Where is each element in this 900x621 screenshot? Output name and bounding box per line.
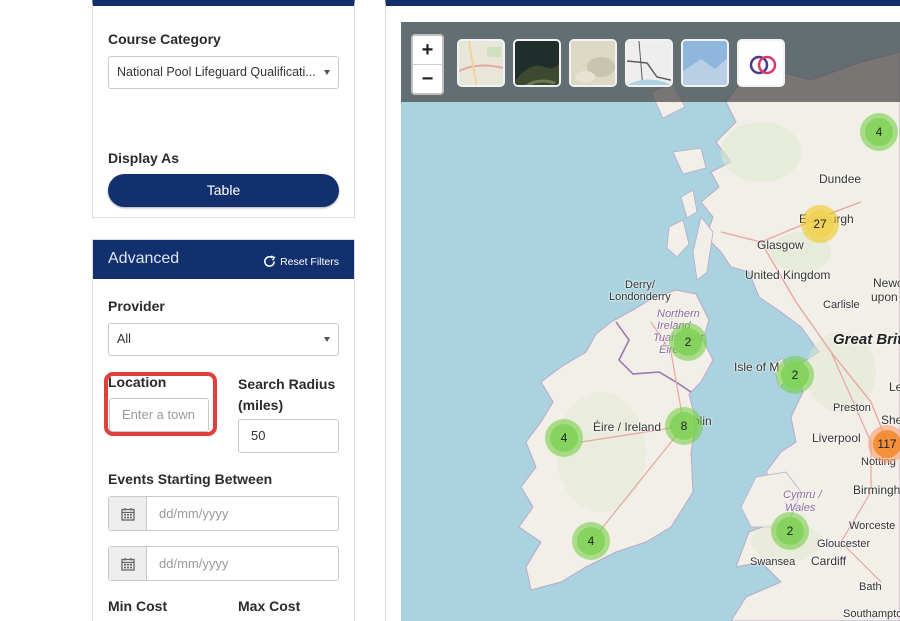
max-cost-label: Max Cost — [238, 598, 301, 614]
course-finder-page: Course Category National Pool Lifeguard … — [0, 0, 900, 621]
course-category-select[interactable]: National Pool Lifeguard Qualificati... — [108, 56, 339, 89]
start-date-placeholder: dd/mm/yyyy — [159, 506, 229, 521]
events-between-label: Events Starting Between — [108, 471, 273, 487]
map-cluster-marker[interactable]: 4 — [860, 113, 898, 151]
filter-card: Course Category National Pool Lifeguard … — [92, 0, 355, 218]
layer-relief-thumbnail[interactable] — [681, 39, 729, 87]
end-date-field[interactable]: dd/mm/yyyy — [108, 546, 339, 581]
calendar-icon[interactable] — [109, 547, 147, 580]
layer-transport-thumbnail[interactable] — [625, 39, 673, 87]
advanced-title: Advanced — [108, 250, 180, 267]
min-cost-label: Min Cost — [108, 598, 168, 614]
map-label-londonderry: Londonderry — [609, 291, 671, 303]
layer-satellite-thumbnail[interactable] — [513, 39, 561, 87]
zoom-control: + − — [411, 34, 444, 95]
map-cluster-marker[interactable]: 2 — [669, 323, 707, 361]
calendar-icon[interactable] — [109, 497, 147, 530]
course-category-label: Course Category — [108, 31, 221, 47]
display-as-label: Display As — [108, 150, 180, 166]
map-label-southampton: Southampto — [843, 608, 900, 620]
map-cluster-marker[interactable]: 4 — [572, 522, 610, 560]
map-label-derry: Derry/ — [625, 279, 655, 291]
map-layer-bar: + − — [401, 22, 900, 102]
advanced-header: Advanced Reset Filters — [93, 240, 354, 279]
map-label-carlisle: Carlisle — [823, 299, 860, 311]
map-base-layer — [518, 51, 900, 621]
start-date-field[interactable]: dd/mm/yyyy — [108, 496, 339, 531]
reset-filters-label: Reset Filters — [280, 255, 339, 268]
map-label-birmingham: Birmingh — [853, 483, 900, 497]
search-radius-label: Search Radius (miles) — [238, 376, 336, 413]
layer-logo-thumbnail[interactable] — [737, 39, 785, 87]
end-date-placeholder: dd/mm/yyyy — [159, 556, 229, 571]
map[interactable]: Dundee Edinburgh Glasgow United Kingdom … — [401, 22, 900, 621]
map-label-preston: Preston — [833, 402, 871, 414]
map-label-upon: upon — [871, 290, 898, 304]
map-label-cymru: Cymru / — [783, 489, 822, 501]
provider-select[interactable]: All — [108, 323, 339, 356]
map-label-isle-of-man: Isle of M — [734, 360, 780, 374]
course-category-value: National Pool Lifeguard Qualificati... — [117, 65, 316, 79]
map-label-united-kingdom: United Kingdom — [745, 268, 831, 282]
map-label-swansea: Swansea — [750, 556, 796, 568]
zoom-out-button[interactable]: − — [413, 65, 442, 94]
map-label-cardiff: Cardiff — [811, 554, 847, 568]
map-cluster-marker[interactable]: 117 — [868, 425, 900, 463]
search-radius-input[interactable]: 50 — [238, 419, 339, 453]
map-cluster-marker[interactable]: 2 — [771, 512, 809, 550]
map-label-gloucester: Gloucester — [817, 538, 871, 550]
location-highlight-annotation — [104, 372, 217, 436]
map-label-eire-ireland: Éire / Ireland — [593, 420, 662, 434]
map-label-glasgow: Glasgow — [757, 238, 804, 252]
map-label-worcester: Worceste — [849, 520, 896, 532]
map-label-liverpool: Liverpool — [812, 431, 861, 445]
provider-value: All — [117, 332, 131, 346]
zoom-in-button[interactable]: + — [413, 36, 442, 65]
map-label-dundee: Dundee — [819, 172, 862, 186]
provider-label: Provider — [108, 298, 165, 314]
refresh-icon — [264, 255, 276, 267]
map-cluster-marker[interactable]: 8 — [665, 407, 703, 445]
map-cluster-marker[interactable]: 2 — [776, 356, 814, 394]
reset-filters-button[interactable]: Reset Filters — [261, 253, 339, 270]
layer-street-map-thumbnail[interactable] — [457, 39, 505, 87]
map-cluster-marker[interactable]: 27 — [801, 205, 839, 243]
map-label-northern: Northern — [657, 308, 700, 320]
chevron-down-icon — [324, 70, 330, 75]
map-label-leeds: Le — [889, 380, 900, 394]
search-radius-value: 50 — [251, 428, 266, 443]
display-as-table-button[interactable]: Table — [108, 174, 339, 207]
map-cluster-marker[interactable]: 4 — [545, 419, 583, 457]
chevron-down-icon — [324, 337, 330, 342]
map-label-bath: Bath — [859, 581, 882, 593]
layer-terrain-thumbnail[interactable] — [569, 39, 617, 87]
map-label-newcastle: Newc — [873, 276, 900, 290]
map-label-great-britain: Great Brit — [833, 331, 900, 348]
